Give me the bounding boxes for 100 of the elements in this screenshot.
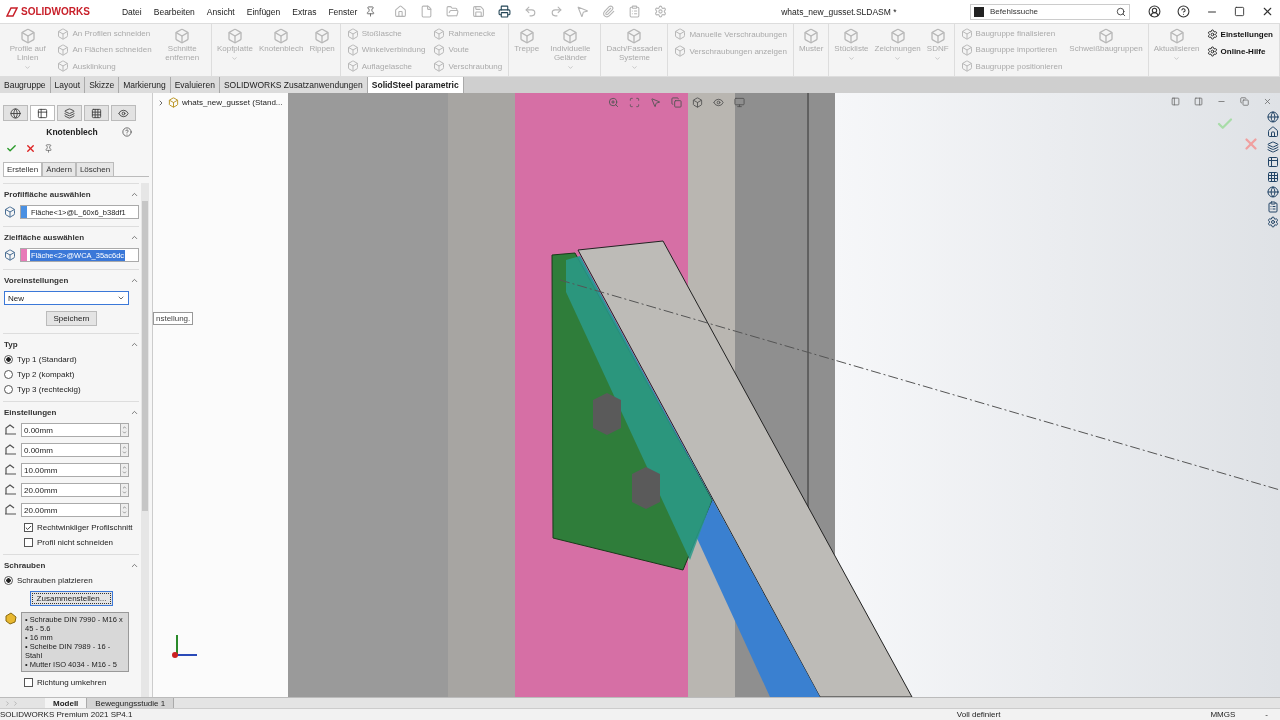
- menu-item[interactable]: Datei: [117, 4, 146, 19]
- panel-tab[interactable]: [84, 105, 109, 121]
- help-icon[interactable]: [1177, 5, 1190, 18]
- radio-button[interactable]: [4, 355, 13, 364]
- ok-icon[interactable]: [6, 143, 17, 154]
- task-pane-icon[interactable]: [1267, 216, 1279, 228]
- tool-icon: [433, 60, 446, 73]
- menu-item[interactable]: Extras: [288, 4, 321, 19]
- maximize-icon[interactable]: [1234, 6, 1245, 17]
- view-toolbar-icon[interactable]: [713, 97, 724, 108]
- command-tab[interactable]: SolidSteel parametric: [367, 77, 464, 93]
- view-toolbar-icon[interactable]: [671, 97, 682, 108]
- toolbar-icon[interactable]: [498, 5, 512, 18]
- spin-buttons[interactable]: [120, 444, 128, 456]
- radio-button[interactable]: [4, 385, 13, 394]
- task-pane-icon[interactable]: [1267, 126, 1279, 138]
- dimension-icon: [4, 484, 17, 496]
- section-title: Typ: [4, 340, 18, 349]
- section-title: Einstellungen: [4, 408, 57, 417]
- spin-buttons[interactable]: [120, 484, 128, 496]
- tree-item[interactable]: whats_new_gusset (Stand...: [182, 98, 283, 107]
- dimension-icon: [4, 504, 17, 516]
- tool-icon: [226, 28, 243, 44]
- command-tab[interactable]: Evaluieren: [170, 77, 220, 93]
- radio-button[interactable]: [4, 576, 13, 585]
- pin-icon[interactable]: [44, 144, 53, 153]
- command-search-field[interactable]: Befehlssuche: [970, 3, 1130, 20]
- spin-buttons[interactable]: [120, 424, 128, 436]
- preset-dropdown[interactable]: New: [4, 291, 129, 305]
- menu-item[interactable]: Ansicht: [202, 4, 239, 19]
- command-tab[interactable]: Layout: [50, 77, 86, 93]
- panel-button[interactable]: Zusammenstellen...: [29, 591, 114, 606]
- command-tab[interactable]: Baugruppe: [0, 77, 51, 93]
- tooltip: nstellung.: [153, 312, 194, 325]
- close-icon[interactable]: [1261, 5, 1274, 18]
- number-field[interactable]: 10.00mm: [21, 463, 129, 477]
- panel-subtab[interactable]: Ändern: [42, 162, 76, 176]
- tab-icon: [37, 107, 48, 119]
- task-pane-icon[interactable]: [1267, 186, 1279, 198]
- cancel-icon[interactable]: [25, 143, 36, 154]
- panel-tab[interactable]: [111, 105, 136, 121]
- menu-item[interactable]: Fenster: [324, 4, 362, 19]
- panel-title: Knotenblech: [46, 127, 98, 137]
- view-toolbar-icon[interactable]: [734, 97, 745, 108]
- number-field[interactable]: 20.00mm: [21, 483, 129, 497]
- collapse-icon[interactable]: [130, 276, 139, 285]
- task-pane-icon[interactable]: [1267, 156, 1279, 168]
- checkbox-label: Richtung umkehren: [37, 678, 107, 687]
- menu-item[interactable]: Einfügen: [242, 4, 285, 19]
- status-field: -: [1265, 710, 1268, 719]
- panel-icon[interactable]: [1171, 97, 1180, 106]
- ribbon-button[interactable]: Online-Hilfe: [1204, 43, 1275, 59]
- settings-icon: [1206, 45, 1218, 57]
- menu-item[interactable]: Bearbeiten: [149, 4, 199, 19]
- collapse-icon[interactable]: [130, 233, 139, 242]
- command-tab[interactable]: Skizze: [85, 77, 120, 93]
- checkbox[interactable]: [24, 523, 33, 532]
- unit-system[interactable]: MMGS: [1210, 710, 1236, 719]
- restore-icon[interactable]: [1240, 97, 1249, 106]
- panel-icon[interactable]: [1194, 97, 1203, 106]
- expand-icon[interactable]: [157, 98, 165, 107]
- panel-tab[interactable]: [30, 105, 55, 121]
- search-icon[interactable]: [1116, 6, 1126, 17]
- panel-subtab[interactable]: Löschen: [75, 162, 115, 176]
- spin-buttons[interactable]: [120, 504, 128, 516]
- view-toolbar-icon[interactable]: [608, 97, 619, 108]
- panel-subtab[interactable]: Erstellen: [3, 162, 43, 176]
- command-tab[interactable]: Markierung: [119, 77, 171, 93]
- panel-tab[interactable]: [57, 105, 82, 121]
- definition-status: Voll definiert: [956, 710, 1001, 719]
- spin-buttons[interactable]: [120, 464, 128, 476]
- collapse-icon[interactable]: [130, 190, 139, 199]
- task-pane-icon[interactable]: [1267, 201, 1279, 213]
- ribbon-button[interactable]: Einstellungen: [1204, 26, 1275, 42]
- number-field[interactable]: 20.00mm: [21, 503, 129, 517]
- account-icon[interactable]: [1148, 5, 1161, 18]
- collapse-icon[interactable]: [130, 408, 139, 417]
- tool-icon: [346, 60, 359, 73]
- task-pane-icon[interactable]: [1267, 141, 1279, 153]
- pin-icon[interactable]: [365, 6, 377, 17]
- command-tab[interactable]: SOLIDWORKS Zusatzanwendungen: [219, 77, 368, 93]
- tab-icon: [64, 107, 75, 119]
- radio-button[interactable]: [4, 370, 13, 379]
- collapse-icon[interactable]: [130, 340, 139, 349]
- panel-button[interactable]: Speichern: [46, 311, 97, 326]
- task-pane-icon[interactable]: [1267, 111, 1279, 123]
- section-title: Schrauben: [4, 561, 46, 570]
- number-field[interactable]: 0.00mm: [21, 423, 129, 437]
- number-field[interactable]: 0.00mm: [21, 443, 129, 457]
- scrollbar[interactable]: [141, 183, 149, 697]
- view-toolbar-icon[interactable]: [629, 97, 640, 108]
- tool-icon: [433, 27, 446, 40]
- tool-icon: [346, 27, 359, 40]
- checkbox[interactable]: [24, 678, 33, 687]
- checkbox[interactable]: [24, 538, 33, 547]
- panel-tab[interactable]: [3, 105, 28, 121]
- view-toolbar-icon[interactable]: [650, 97, 661, 108]
- view-toolbar-icon[interactable]: [692, 97, 703, 108]
- task-pane-icon[interactable]: [1267, 171, 1279, 183]
- collapse-icon[interactable]: [130, 561, 139, 570]
